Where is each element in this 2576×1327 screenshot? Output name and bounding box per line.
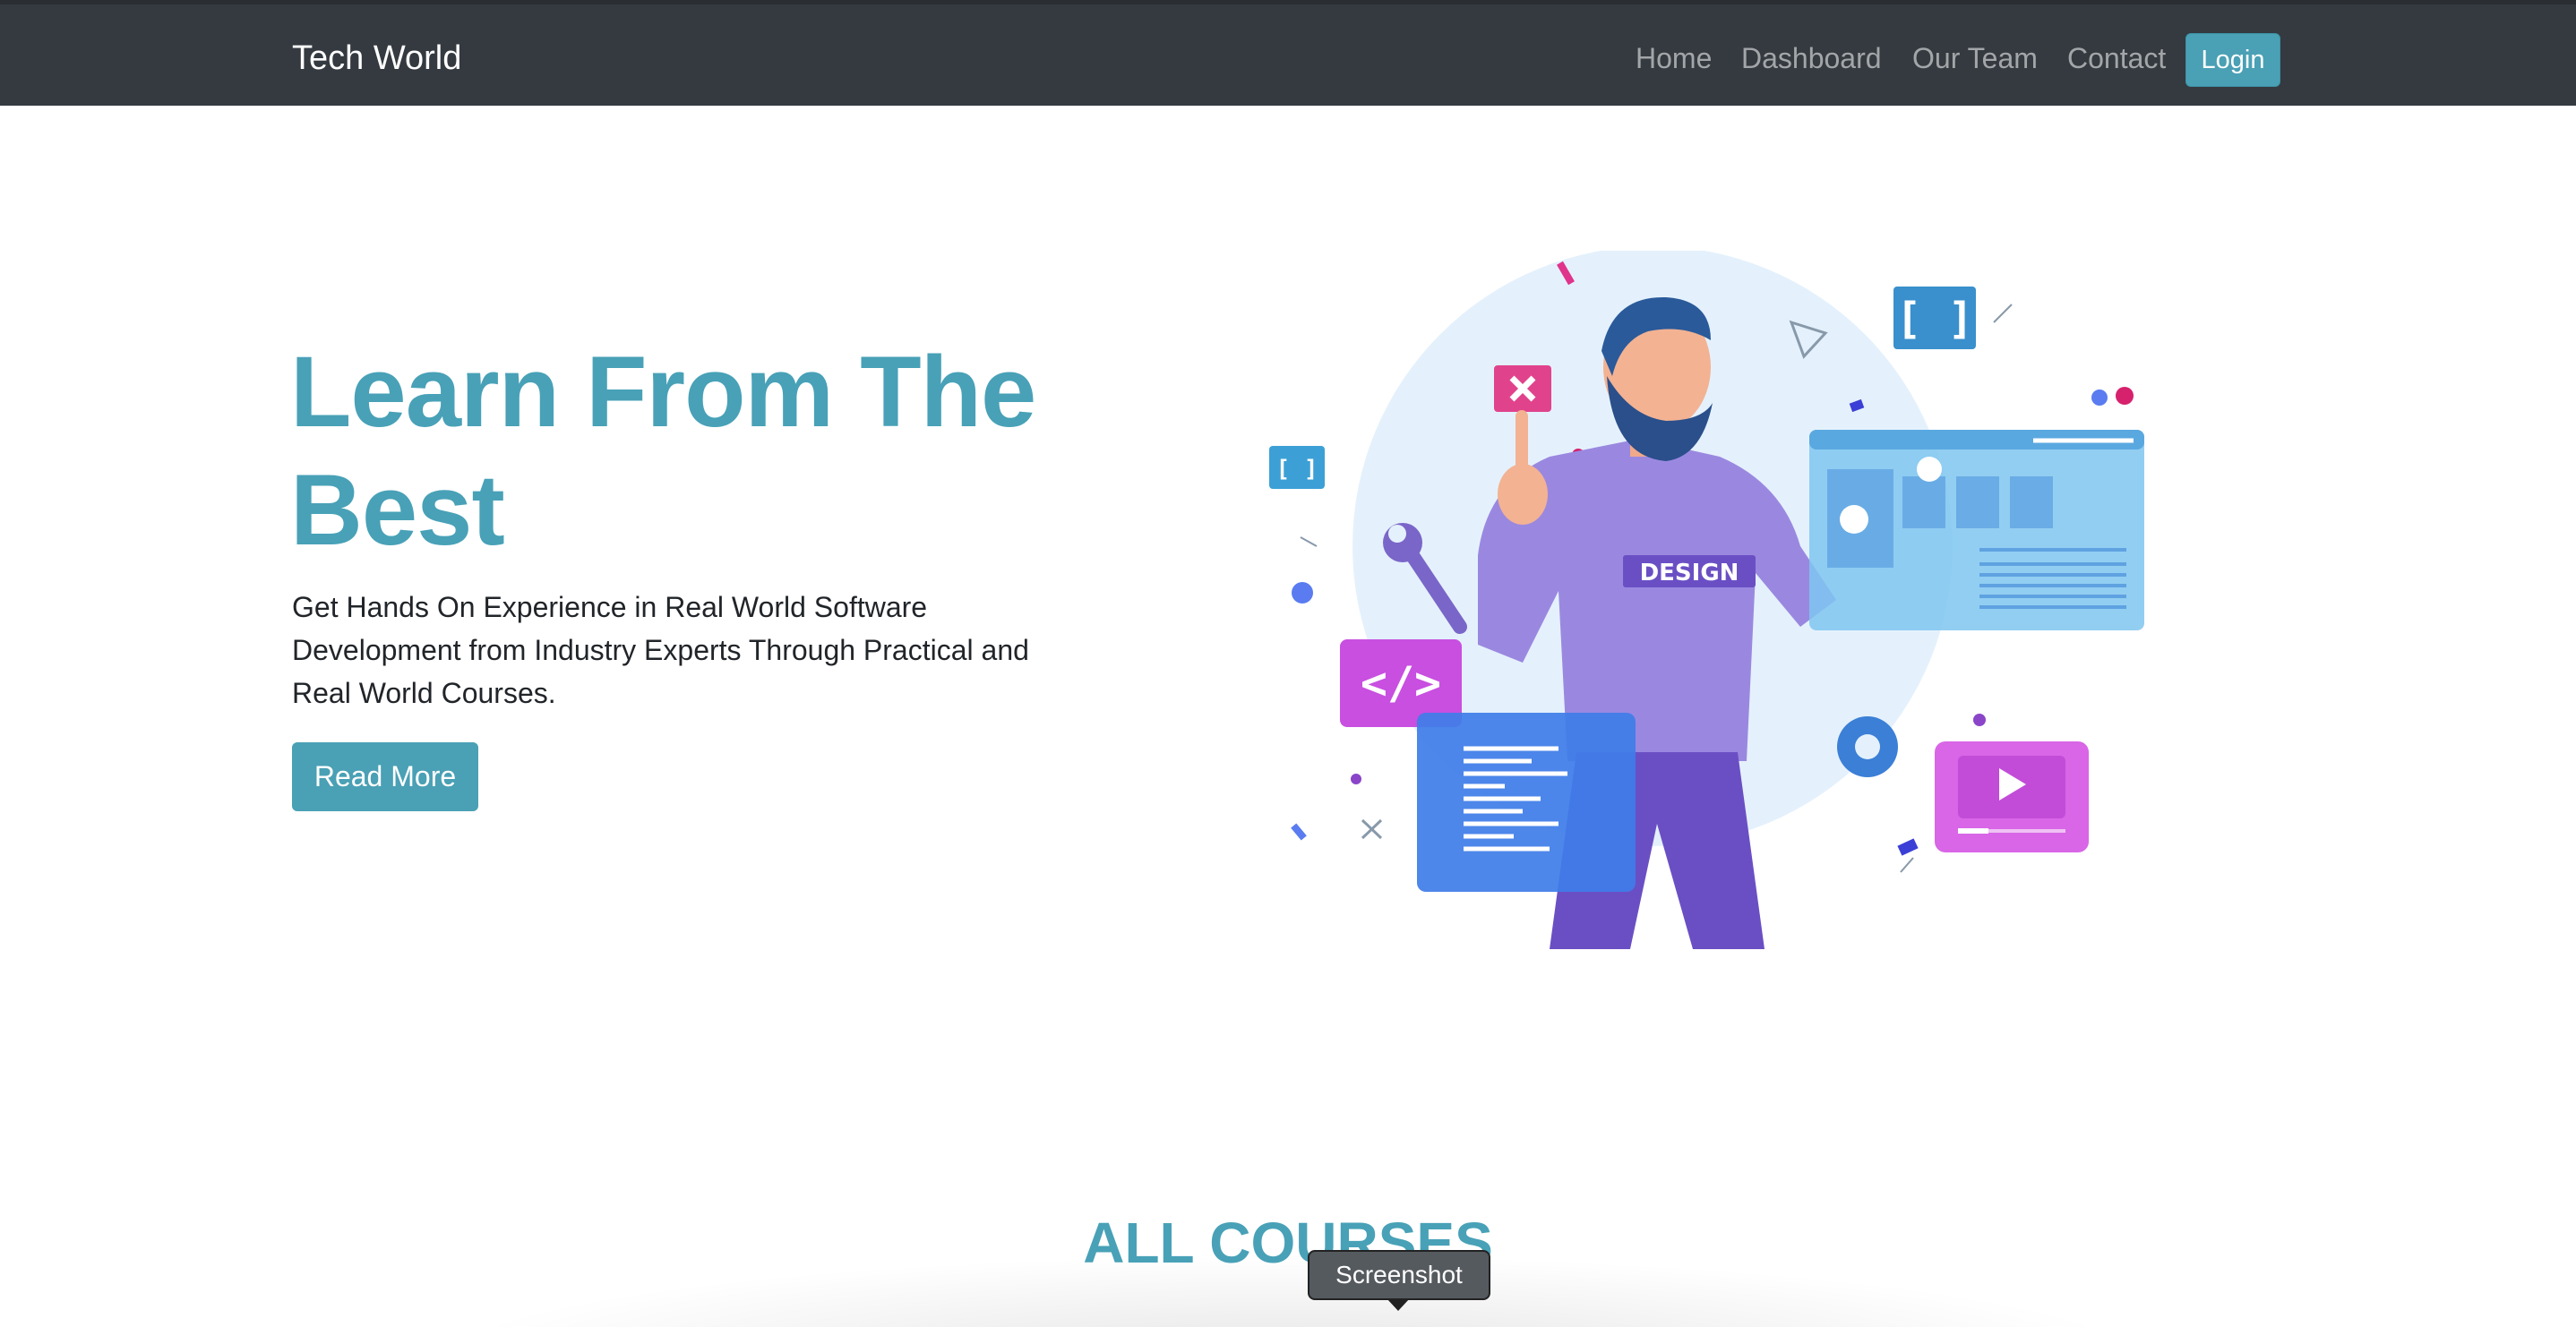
hero-title-line1: Learn From The [290, 336, 1036, 448]
svg-text:[ ]: [ ] [1896, 294, 1974, 344]
hero-subtitle-line2: Development from Industry Experts Throug… [292, 634, 1029, 666]
screenshot-tooltip: Screenshot [1308, 1250, 1490, 1300]
hero-title: Learn From The Best [290, 333, 1096, 569]
tooltip-arrow [1387, 1298, 1410, 1311]
hero-subtitle: Get Hands On Experience in Real World So… [292, 586, 1080, 715]
svg-text:[ ]: [ ] [1276, 456, 1318, 483]
brand-logo[interactable]: Tech World [292, 37, 461, 80]
read-more-button[interactable]: Read More [292, 742, 478, 811]
hero-title-line2: Best [290, 454, 505, 566]
hero-illustration: [ ] [ ] DESIGN </> [1269, 251, 2144, 949]
courses-title: ALL COURSES [1083, 1211, 1493, 1275]
gear-icon [1837, 716, 1898, 777]
svg-text:</>: </> [1361, 657, 1441, 709]
design-label: DESIGN [1623, 555, 1756, 587]
code-panel [1417, 713, 1636, 892]
hero-subtitle-line1: Get Hands On Experience in Real World So… [292, 591, 928, 623]
hero-subtitle-line3: Real World Courses. [292, 677, 556, 709]
login-button[interactable]: Login [2185, 33, 2280, 87]
svg-text:DESIGN: DESIGN [1640, 560, 1739, 586]
nav-dashboard[interactable]: Dashboard [1741, 39, 1882, 78]
video-player [1935, 741, 2089, 852]
nav-our-team[interactable]: Our Team [1912, 39, 2038, 78]
nav-home[interactable]: Home [1636, 39, 1712, 78]
bracket-box-small: [ ] [1269, 446, 1325, 489]
browser-panel [1809, 430, 2144, 630]
bracket-box-large: [ ] [1893, 287, 1976, 349]
nav-contact[interactable]: Contact [2067, 39, 2166, 78]
top-navbar: Tech World Home Dashboard Our Team Conta… [0, 0, 2576, 106]
